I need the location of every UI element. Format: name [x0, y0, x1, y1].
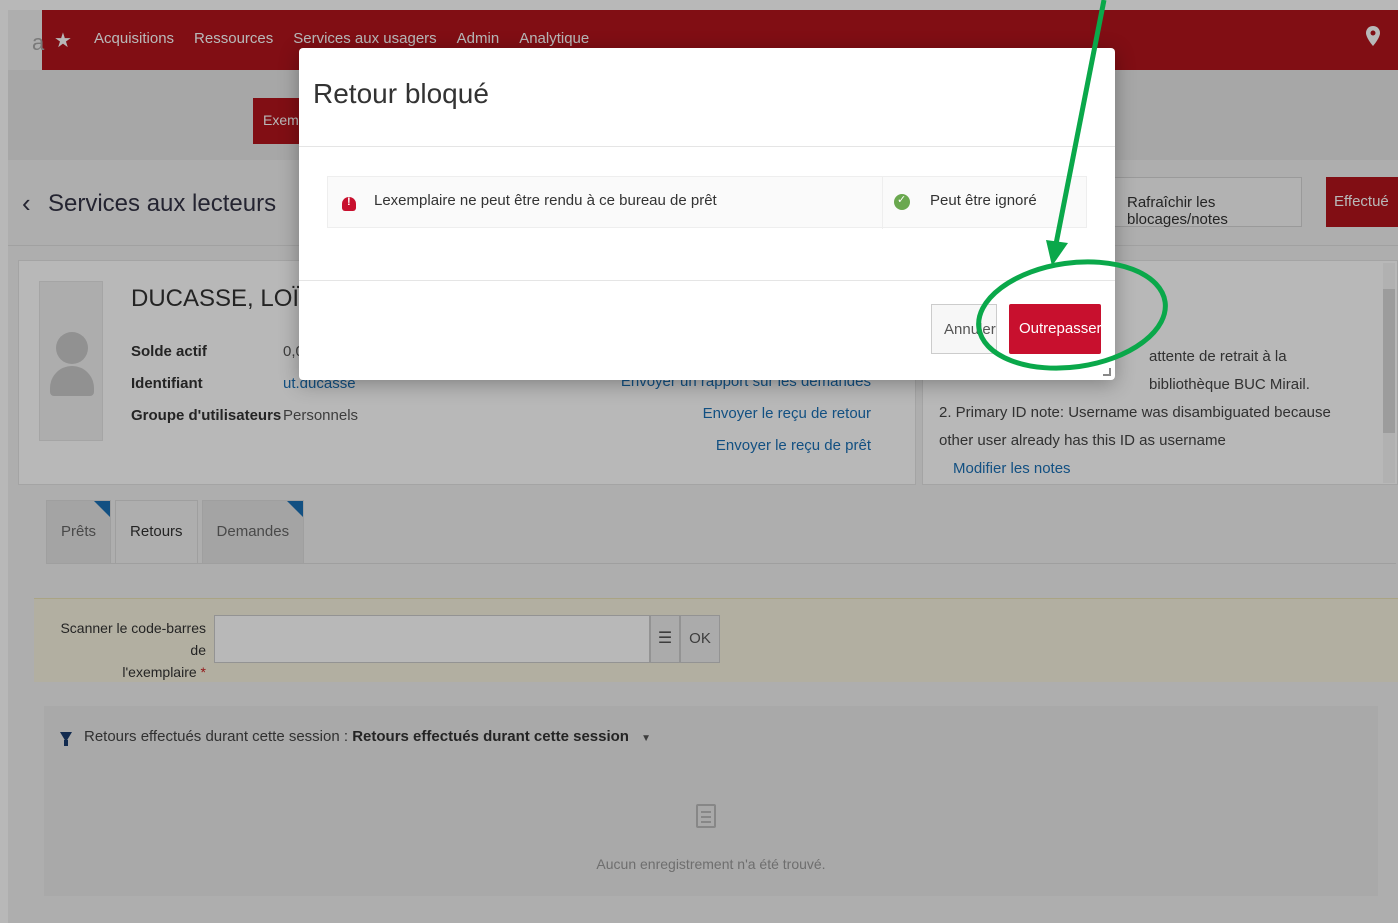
can-be-ignored-text: Peut être ignoré: [930, 192, 1037, 209]
block-alert-text: Lexemplaire ne peut être rendu à ce bure…: [374, 192, 717, 209]
warning-icon: [342, 196, 356, 211]
resize-grip-icon[interactable]: [1103, 368, 1111, 376]
dialog-divider: [299, 280, 1115, 281]
dialog-title: Retour bloqué: [313, 78, 489, 109]
dialog-divider: [299, 146, 1115, 147]
override-button[interactable]: Outrepasser: [1009, 304, 1102, 354]
block-alert-row: Lexemplaire ne peut être rendu à ce bure…: [327, 176, 1087, 229]
alert-column-divider: [882, 177, 883, 229]
check-circle-icon: [894, 193, 910, 210]
cancel-button[interactable]: Annuler: [931, 304, 997, 354]
return-blocked-dialog: Retour bloqué Lexemplaire ne peut être r…: [299, 48, 1115, 380]
